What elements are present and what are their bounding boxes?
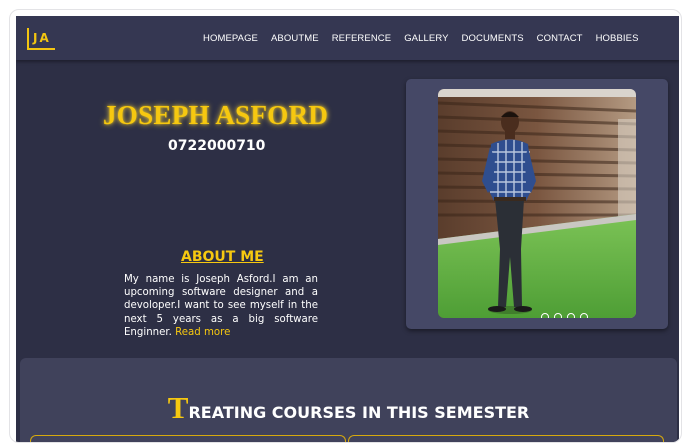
navbar: JA HOMEPAGE ABOUTME REFERENCE GALLERY DO… [16, 16, 679, 60]
course-card-1[interactable] [30, 435, 346, 442]
profile-photo [438, 89, 636, 318]
about-text: My name is Joseph Asford.I am an upcomin… [124, 273, 318, 339]
nav-item-documents[interactable]: DOCUMENTS [462, 33, 524, 44]
carousel-dot-1[interactable] [541, 313, 549, 318]
photo-carousel [406, 79, 668, 329]
logo[interactable]: JA [27, 28, 55, 50]
hero-name: JOSEPH ASFORD [103, 100, 329, 130]
nav-item-aboutme[interactable]: ABOUTME [271, 33, 319, 44]
carousel-dot-2[interactable] [554, 313, 562, 318]
courses-title-rest: REATING COURSES IN THIS SEMESTER [188, 403, 530, 422]
course-card-2[interactable] [348, 435, 664, 442]
nav-item-homepage[interactable]: HOMEPAGE [203, 33, 258, 44]
courses-title-cap: T [167, 390, 189, 425]
courses-title: TREATING COURSES IN THIS SEMESTER [20, 390, 677, 426]
browser-frame: JA HOMEPAGE ABOUTME REFERENCE GALLERY DO… [9, 9, 682, 443]
nav-item-gallery[interactable]: GALLERY [404, 33, 448, 44]
about-title: ABOUT ME [181, 249, 264, 265]
carousel-dot-3[interactable] [567, 313, 575, 318]
nav-item-hobbies[interactable]: HOBBIES [596, 33, 639, 44]
read-more-link[interactable]: Read more [175, 327, 230, 338]
courses-section: TREATING COURSES IN THIS SEMESTER [20, 358, 677, 442]
nav-item-contact[interactable]: CONTACT [537, 33, 583, 44]
nav-menu: HOMEPAGE ABOUTME REFERENCE GALLERY DOCUM… [203, 33, 639, 44]
logo-text: JA [33, 31, 51, 45]
nav-item-reference[interactable]: REFERENCE [332, 33, 392, 44]
hero-phone: 0722000710 [168, 138, 266, 154]
carousel-dot-4[interactable] [580, 313, 588, 318]
carousel-indicators [541, 313, 588, 318]
page: JA HOMEPAGE ABOUTME REFERENCE GALLERY DO… [16, 16, 679, 442]
